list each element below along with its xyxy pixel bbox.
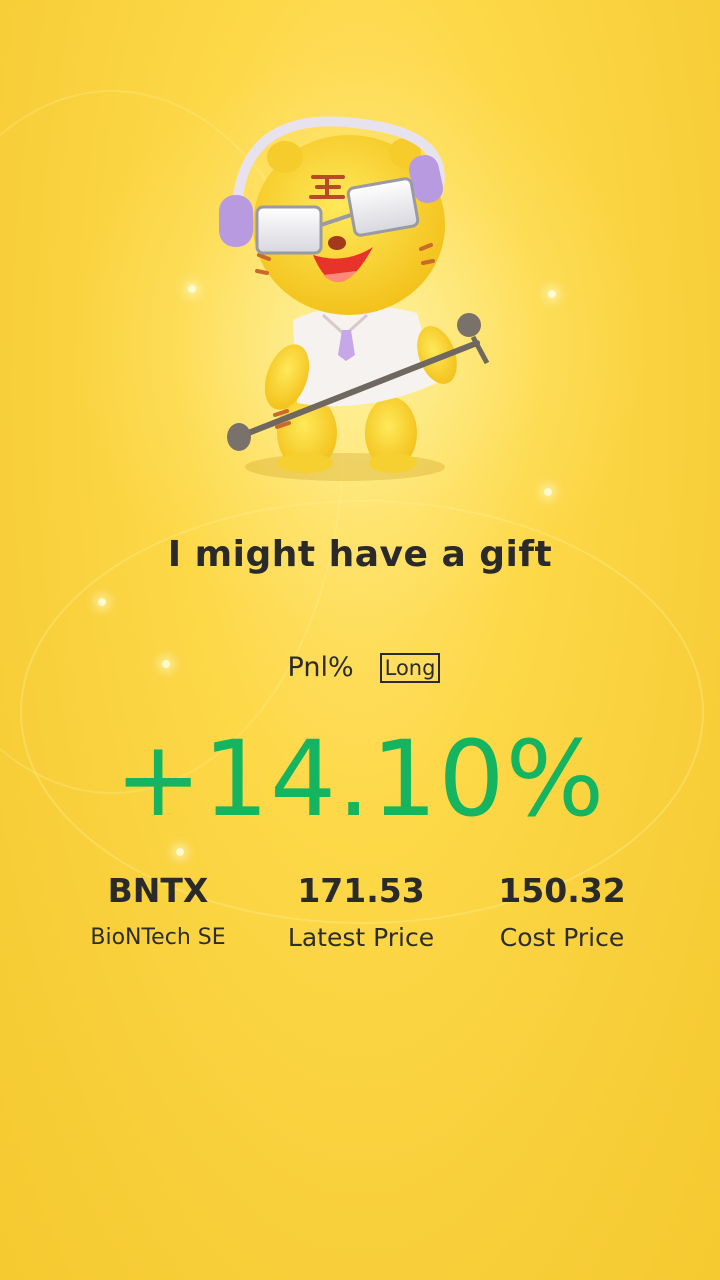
latest-price-label: Latest Price <box>287 923 435 952</box>
sparkle <box>544 488 552 496</box>
stock-symbol: BNTX <box>107 871 209 910</box>
stat-symbol: BNTX BioNTech SE <box>58 868 258 956</box>
pnl-header: Pnl% Long <box>0 652 720 683</box>
stat-cost-price: 150.32 Cost Price <box>462 868 662 956</box>
sparkle <box>548 290 556 298</box>
position-direction-badge: Long <box>379 652 441 683</box>
pnl-percentage: +14.10% <box>114 718 606 840</box>
share-card: I might have a gift Pnl% Long +14.10% BN… <box>0 0 720 1280</box>
sparkle <box>176 848 184 856</box>
sparkle <box>98 598 106 606</box>
cost-price-label: Cost Price <box>499 923 625 952</box>
page-title: I might have a gift <box>167 534 553 575</box>
stock-name: BioNTech SE <box>90 925 226 950</box>
cost-price-value: 150.32 <box>498 871 626 910</box>
latest-price-value: 171.53 <box>297 871 425 910</box>
pnl-label: Pnl% <box>287 652 354 683</box>
position-stats: BNTX BioNTech SE 171.53 Latest Price 150… <box>0 868 720 1018</box>
tiger-mascot-singing-icon <box>219 116 490 481</box>
stat-latest-price: 171.53 Latest Price <box>261 868 461 956</box>
sparkle <box>188 285 196 293</box>
